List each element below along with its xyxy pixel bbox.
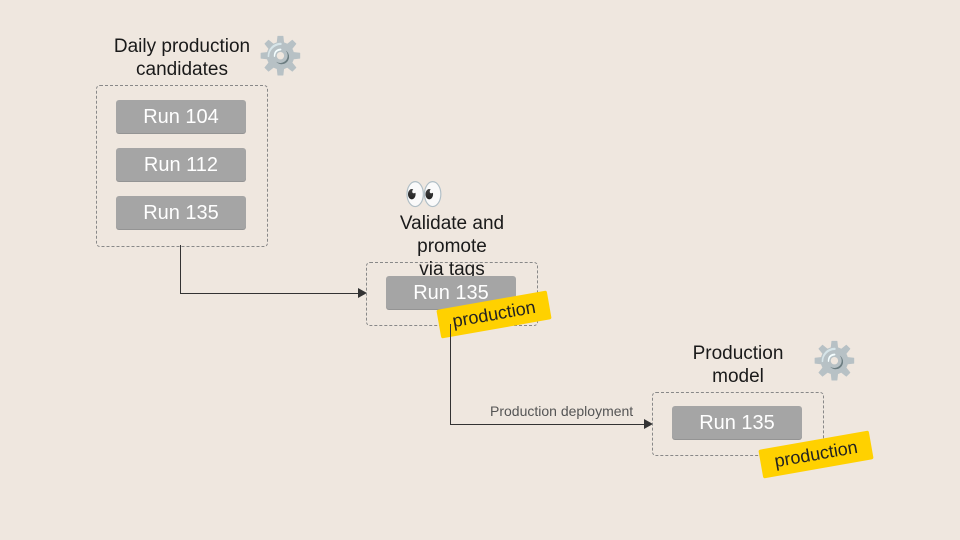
gear-icon: ⚙️ [258, 38, 303, 74]
production-run: Run 135 [672, 406, 802, 440]
gear-icon: ⚙️ [812, 343, 857, 379]
candidate-run: Run 104 [116, 100, 246, 134]
deployment-caption: Production deployment [490, 403, 633, 419]
arrow-candidates-to-validate [180, 245, 361, 294]
candidate-run: Run 112 [116, 148, 246, 182]
candidate-run: Run 135 [116, 196, 246, 230]
diagram-canvas: Daily production candidates ⚙️ Run 104 R… [0, 0, 960, 540]
validate-title: Validate and promote via tags [367, 213, 537, 281]
production-title: Production model [653, 343, 823, 389]
eyes-icon: 👀 [404, 178, 444, 210]
candidates-title: Daily production candidates [97, 36, 267, 82]
